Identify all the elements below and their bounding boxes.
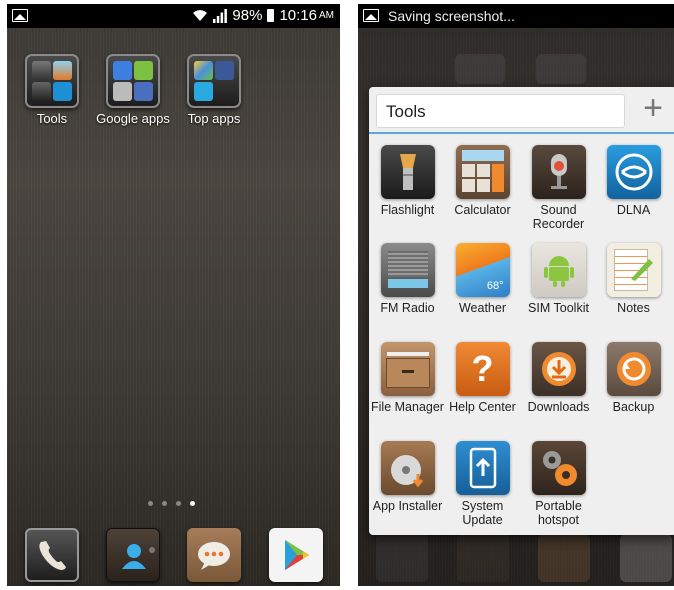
folder-label: Google apps xyxy=(96,111,170,126)
tools-folder-icon xyxy=(25,54,79,108)
messaging-icon[interactable] xyxy=(187,528,241,582)
home-screen: 98% 10:16 AM Tools Google apps Top apps xyxy=(7,4,340,586)
weather-temp: 68° xyxy=(486,280,504,292)
app-label: DLNA xyxy=(616,203,651,217)
app-label: App Installer xyxy=(372,499,443,513)
top-apps-folder-icon xyxy=(187,54,241,108)
app-label: Downloads xyxy=(527,400,590,414)
folder-google-apps[interactable]: Google apps xyxy=(93,54,173,126)
app-calculator[interactable]: Calculator xyxy=(444,145,521,217)
folder-dialog: Tools + Flashlight Calculator Sound Reco… xyxy=(369,87,674,535)
app-label: System Update xyxy=(461,499,504,527)
gears-icon xyxy=(531,441,586,495)
ghost-dock-icon xyxy=(457,534,509,582)
weather-icon: 68° xyxy=(455,243,510,297)
folder-open-screen: Saving screenshot... Tools + Flashlight xyxy=(358,4,674,586)
play-store-icon[interactable] xyxy=(269,528,323,582)
folder-label: Top apps xyxy=(187,111,241,126)
ghost-dock-icon xyxy=(620,534,672,582)
flashlight-icon xyxy=(380,145,435,199)
microphone-icon xyxy=(531,145,586,199)
divider xyxy=(369,132,674,134)
app-label: Sound Recorder xyxy=(532,203,585,231)
folder-tools[interactable]: Tools xyxy=(12,54,92,126)
app-file-manager[interactable]: File Manager xyxy=(369,342,446,414)
app-dlna[interactable]: DLNA xyxy=(595,145,672,217)
android-icon xyxy=(531,243,586,297)
contacts-icon[interactable] xyxy=(106,528,160,582)
status-bar: Saving screenshot... xyxy=(358,4,674,28)
calculator-icon xyxy=(455,145,510,199)
page-dot-active xyxy=(190,501,195,506)
app-label: Portable hotspot xyxy=(535,499,582,527)
clock: 10:16 xyxy=(279,7,317,24)
app-flashlight[interactable]: Flashlight xyxy=(369,145,446,217)
app-portable-hotspot[interactable]: Portable hotspot xyxy=(520,441,597,527)
app-label: Weather xyxy=(458,301,506,315)
app-label: FM Radio xyxy=(380,301,435,315)
page-dot xyxy=(162,501,167,506)
app-label: File Manager xyxy=(371,400,444,414)
app-label: Notes xyxy=(617,301,650,315)
folder-name-field[interactable]: Tools xyxy=(376,94,625,128)
ghost-dock-icon xyxy=(376,534,428,582)
app-label: Backup xyxy=(612,400,655,414)
app-sound-recorder[interactable]: Sound Recorder xyxy=(520,145,597,231)
app-label: SIM Toolkit xyxy=(528,301,589,315)
saving-screenshot-text: Saving screenshot... xyxy=(388,8,515,24)
google-apps-folder-icon xyxy=(106,54,160,108)
add-app-button[interactable]: + xyxy=(637,91,669,125)
page-dot xyxy=(176,501,181,506)
app-weather[interactable]: 68° Weather xyxy=(444,243,521,315)
battery-percent: 98% xyxy=(232,7,263,24)
help-icon: ? xyxy=(455,342,510,396)
screenshot-notification-icon xyxy=(12,9,28,22)
app-sim-toolkit[interactable]: SIM Toolkit xyxy=(520,243,597,315)
app-label: Help Center xyxy=(449,400,516,414)
disc-icon xyxy=(380,441,435,495)
app-label: Flashlight xyxy=(380,203,435,217)
file-drawer-icon xyxy=(380,342,435,396)
battery-icon xyxy=(267,9,275,22)
wifi-icon xyxy=(193,10,208,21)
app-downloads[interactable]: Downloads xyxy=(520,342,597,414)
notes-icon xyxy=(606,243,661,297)
phone-icon[interactable] xyxy=(25,528,79,582)
page-dot xyxy=(148,501,153,506)
app-notes[interactable]: Notes xyxy=(595,243,672,315)
app-label: Calculator xyxy=(454,203,511,217)
system-update-icon xyxy=(455,441,510,495)
clock-ampm: AM xyxy=(319,10,334,21)
radio-icon xyxy=(380,243,435,297)
dlna-icon xyxy=(606,145,661,199)
ghost-folder xyxy=(536,54,586,84)
ghost-folder xyxy=(455,54,505,84)
page-indicator[interactable] xyxy=(148,501,195,506)
app-app-installer[interactable]: App Installer xyxy=(369,441,446,513)
app-fm-radio[interactable]: FM Radio xyxy=(369,243,446,315)
folder-label: Tools xyxy=(36,111,68,126)
status-bar: 98% 10:16 AM xyxy=(7,4,340,28)
app-help-center[interactable]: ? Help Center xyxy=(444,342,521,414)
ghost-dock-icon xyxy=(538,534,590,582)
screenshot-notification-icon xyxy=(363,9,379,22)
signal-icon xyxy=(213,8,228,23)
folder-top-apps[interactable]: Top apps xyxy=(174,54,254,126)
backup-icon xyxy=(606,342,661,396)
app-system-update[interactable]: System Update xyxy=(444,441,521,527)
download-icon xyxy=(531,342,586,396)
app-backup[interactable]: Backup xyxy=(595,342,672,414)
